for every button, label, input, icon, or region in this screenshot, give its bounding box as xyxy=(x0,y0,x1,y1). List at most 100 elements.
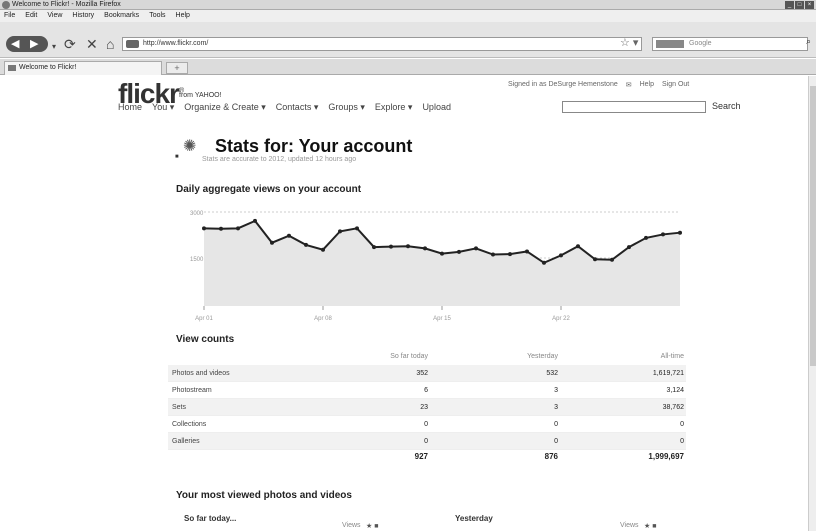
chart-title: Daily aggregate views on your account xyxy=(176,184,362,195)
menu-file[interactable]: File xyxy=(4,10,15,22)
sign-out-link[interactable]: Sign Out xyxy=(662,81,689,89)
row-label[interactable]: Photostream xyxy=(172,382,212,399)
back-forward-buttons[interactable]: ◀ ▶ xyxy=(6,36,48,52)
nav-home[interactable]: Home xyxy=(118,102,142,113)
x-tick-label: Apr 01 xyxy=(195,316,213,322)
firefox-icon xyxy=(2,1,10,9)
help-link[interactable]: Help xyxy=(640,81,654,89)
star-icon[interactable]: ★ ■ xyxy=(644,522,656,530)
url-text[interactable]: http://www.flickr.com/ xyxy=(143,40,208,47)
data-point xyxy=(372,245,376,250)
data-point xyxy=(678,230,682,235)
nav-contacts[interactable]: Contacts ▾ xyxy=(276,102,319,113)
cell-alltime: 3,124 xyxy=(666,387,684,394)
nav-upload[interactable]: Upload xyxy=(422,102,451,113)
data-point xyxy=(219,226,223,231)
row-label[interactable]: Collections xyxy=(172,416,206,433)
signed-in-text[interactable]: Signed in as DeSurge Hemenstone xyxy=(508,81,618,89)
row-label[interactable]: Sets xyxy=(172,399,186,416)
x-tick-label: Apr 08 xyxy=(314,316,332,322)
home-icon[interactable]: ⌂ xyxy=(106,35,114,53)
account-links: Signed in as DeSurge Hemenstone ✉ Help S… xyxy=(508,81,689,89)
row-label[interactable]: Photos and videos xyxy=(172,365,230,382)
cell-today: 23 xyxy=(420,404,428,411)
search-icon[interactable]: ⌕ xyxy=(806,36,811,47)
data-point xyxy=(610,257,614,262)
reload-icon[interactable]: ⟳ xyxy=(64,35,76,53)
data-point xyxy=(389,244,393,249)
stats-subtitle: Stats are accurate to 2012, updated 12 h… xyxy=(202,156,357,163)
tab-favicon xyxy=(8,65,16,71)
vertical-scrollbar[interactable] xyxy=(808,76,816,531)
most-viewed-title: Your most viewed photos and videos xyxy=(176,490,352,501)
site-search-button[interactable]: Search xyxy=(712,101,741,111)
new-tab-button[interactable]: + xyxy=(166,62,188,74)
window-titlebar: Welcome to Flickr! - Mozilla Firefox _ □… xyxy=(0,0,816,10)
table-row: Photos and videos 352 532 1,619,721 xyxy=(168,365,686,382)
site-identity-icon[interactable] xyxy=(126,40,139,48)
cell-alltime: 0 xyxy=(680,438,684,445)
tab-flickr[interactable]: Welcome to Flickr! xyxy=(4,61,162,75)
menu-tools[interactable]: Tools xyxy=(149,10,165,22)
stop-icon[interactable]: ✕ xyxy=(86,35,98,53)
so-far-today-heading: So far today... xyxy=(184,514,237,523)
total-alltime: 1,999,697 xyxy=(648,452,684,461)
forward-arrow-icon[interactable]: ▶ xyxy=(30,36,38,52)
cell-today: 6 xyxy=(424,387,428,394)
nav-organize[interactable]: Organize & Create ▾ xyxy=(184,102,266,113)
views-column-label: Views xyxy=(620,522,639,529)
maximize-button[interactable]: □ xyxy=(795,1,804,9)
search-engine-icon[interactable] xyxy=(656,40,684,48)
cell-yesterday: 532 xyxy=(546,370,558,377)
back-arrow-icon[interactable]: ◀ xyxy=(11,36,19,52)
mail-icon[interactable]: ✉ xyxy=(626,81,632,89)
data-point xyxy=(270,240,274,245)
tab-label[interactable]: Welcome to Flickr! xyxy=(19,64,76,71)
scrollbar-thumb[interactable] xyxy=(810,86,816,366)
table-row: Collections 0 0 0 xyxy=(168,416,686,433)
menu-help[interactable]: Help xyxy=(176,10,190,22)
page-title: Stats for: Your account xyxy=(215,136,413,156)
menu-view[interactable]: View xyxy=(47,10,62,22)
close-button[interactable]: × xyxy=(805,1,814,9)
url-bar[interactable]: http://www.flickr.com/ xyxy=(122,37,642,51)
nav-groups[interactable]: Groups ▾ xyxy=(328,102,365,113)
col-today: So far today xyxy=(390,353,428,360)
site-search-input[interactable] xyxy=(562,101,706,113)
menu-edit[interactable]: Edit xyxy=(25,10,37,22)
navigation-toolbar: ◀ ▶ ▾ ⟳ ✕ ⌂ http://www.flickr.com/ ☆ ▾ G… xyxy=(0,22,816,58)
data-point xyxy=(338,229,342,234)
row-label[interactable]: Galleries xyxy=(172,433,200,450)
col-alltime: All-time xyxy=(660,353,684,360)
flickr-nav: Home You ▾ Organize & Create ▾ Contacts … xyxy=(118,102,451,113)
window-controls: _ □ × xyxy=(785,1,814,9)
data-point xyxy=(491,252,495,257)
table-row: Galleries 0 0 0 xyxy=(168,433,686,450)
chart-svg: 3000 1500 Apr 01 Apr 08 Apr 15 Apr 22 xyxy=(190,211,682,322)
nav-you[interactable]: You ▾ xyxy=(152,102,174,113)
view-counts-table: So far today Yesterday All-time Photos a… xyxy=(168,353,686,464)
data-point xyxy=(406,244,410,249)
data-point xyxy=(423,246,427,251)
history-dropdown-icon[interactable]: ▾ xyxy=(52,38,56,56)
bookmark-star-icon[interactable]: ☆ ▾ xyxy=(620,36,638,49)
data-point xyxy=(287,233,291,238)
star-icon[interactable]: ★ ■ xyxy=(366,522,378,530)
nav-explore[interactable]: Explore ▾ xyxy=(375,102,413,113)
data-point xyxy=(355,226,359,231)
x-tick-label: Apr 22 xyxy=(552,316,570,322)
cell-alltime: 38,762 xyxy=(662,404,684,411)
data-point xyxy=(474,246,478,251)
data-point xyxy=(661,232,665,237)
cell-today: 0 xyxy=(424,438,428,445)
search-placeholder[interactable]: Google xyxy=(689,40,712,47)
minimize-button[interactable]: _ xyxy=(785,1,794,9)
menu-bookmarks[interactable]: Bookmarks xyxy=(104,10,139,22)
table-header: So far today Yesterday All-time xyxy=(168,353,686,365)
cell-alltime: 1,619,721 xyxy=(652,370,684,377)
x-tick-label: Apr 15 xyxy=(433,316,451,322)
total-today: 927 xyxy=(414,452,428,461)
cell-today: 0 xyxy=(424,421,428,428)
menu-history[interactable]: History xyxy=(72,10,94,22)
search-engine-box[interactable]: Google xyxy=(652,37,808,51)
